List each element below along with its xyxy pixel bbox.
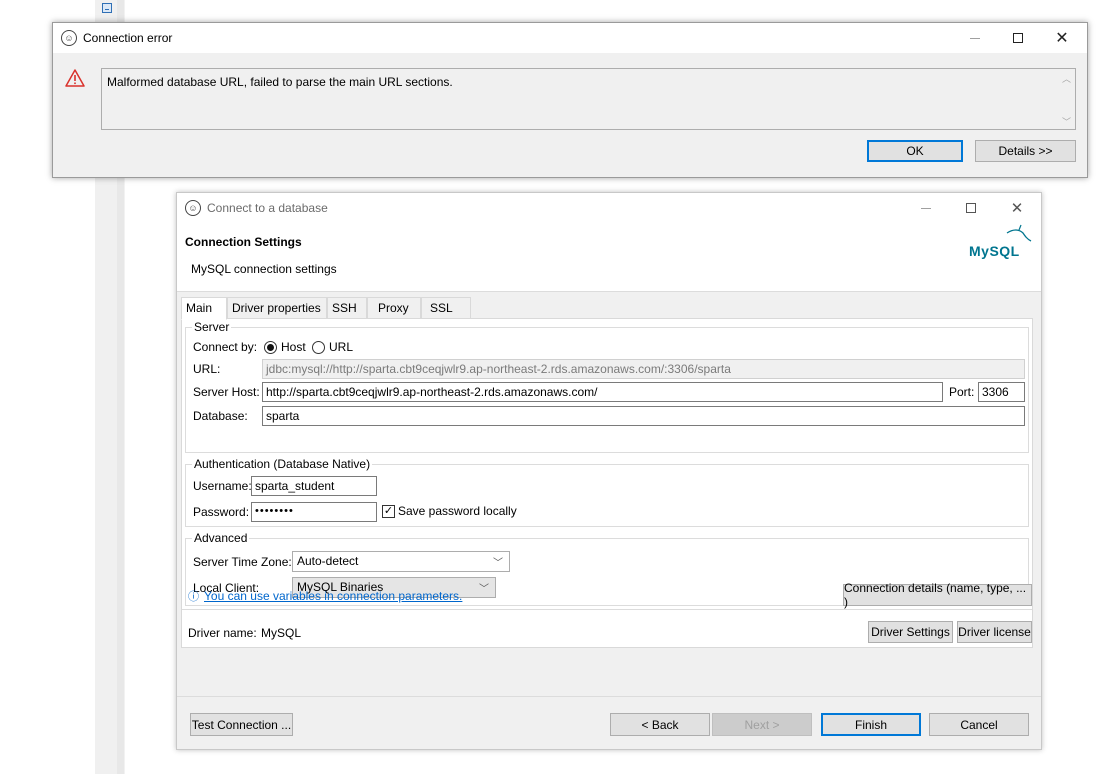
driver-name-label: Driver name:: [188, 626, 257, 640]
server-time-zone-select[interactable]: Auto-detect ﹀: [292, 551, 510, 572]
url-label: URL:: [193, 362, 221, 376]
url-radio-label: URL: [329, 340, 354, 354]
driver-name-value: MySQL: [261, 626, 302, 640]
tab-ssl[interactable]: SSL: [421, 297, 471, 319]
connection-details-button[interactable]: Connection details (name, type, ... ): [843, 581, 1032, 609]
back-button[interactable]: < Back: [610, 713, 710, 736]
test-connection-button[interactable]: Test Connection ...: [190, 713, 293, 736]
minimize-icon: [921, 207, 931, 209]
error-title-bar[interactable]: ☺ Connection error ✕: [53, 23, 1087, 53]
username-label: Username:: [193, 479, 252, 493]
server-group-title: Server: [192, 320, 232, 334]
connect-dialog-title: Connect to a database: [207, 201, 328, 215]
connect-by-label: Connect by:: [193, 340, 258, 354]
server-group: Server Connect by: Host URL URL: jdbc:my…: [185, 320, 1029, 453]
close-button[interactable]: ✕: [1048, 27, 1076, 49]
driver-separator: [182, 609, 1032, 610]
maximize-button[interactable]: [1004, 27, 1032, 49]
host-radio-option[interactable]: Host: [264, 340, 306, 354]
maximize-icon: [966, 203, 976, 213]
url-radio[interactable]: [312, 340, 325, 354]
maximize-icon: [1013, 33, 1023, 43]
console-icon[interactable]: [102, 3, 112, 13]
server-time-zone-label: Server Time Zone:: [193, 555, 292, 569]
driver-settings-button[interactable]: Driver Settings: [868, 621, 953, 643]
tab-proxy[interactable]: Proxy: [367, 297, 421, 319]
header-separator: [177, 291, 1041, 292]
minimize-button[interactable]: [912, 197, 940, 219]
info-icon: ⓘ: [188, 591, 199, 603]
save-password-label: Save password locally: [398, 504, 517, 518]
mysql-logo: MySQL: [967, 223, 1039, 259]
password-input[interactable]: ••••••••: [251, 502, 377, 522]
minimize-icon: [970, 37, 980, 39]
save-password-option[interactable]: ✓ Save password locally: [382, 504, 517, 518]
password-label: Password:: [193, 505, 250, 519]
tab-driver-properties[interactable]: Driver properties: [227, 297, 327, 319]
database-input[interactable]: sparta: [262, 406, 1025, 426]
connect-database-dialog: ☺ Connect to a database ✕ Connection Set…: [176, 192, 1042, 750]
close-icon: ✕: [1010, 200, 1024, 217]
error-message-text: Malformed database URL, failed to parse …: [107, 75, 453, 89]
dialog-header: ☺ Connect to a database ✕ Connection Set…: [177, 193, 1041, 291]
maximize-button[interactable]: [957, 197, 985, 219]
error-dialog-title: Connection error: [83, 31, 173, 45]
url-radio-option[interactable]: URL: [312, 340, 353, 354]
minimize-button[interactable]: [961, 27, 989, 49]
save-password-checkbox[interactable]: ✓: [382, 504, 395, 518]
tab-ssh[interactable]: SSH: [327, 297, 367, 319]
next-button: Next >: [712, 713, 812, 736]
url-field: jdbc:mysql://http://sparta.cbt9ceqjwlr9.…: [262, 359, 1025, 379]
scroll-down-icon: ﹀: [1062, 117, 1072, 127]
warning-triangle-icon: [65, 69, 85, 87]
server-host-input[interactable]: http://sparta.cbt9ceqjwlr9.ap-northeast-…: [262, 382, 943, 402]
variables-help-link[interactable]: You can use variables in connection para…: [204, 589, 462, 603]
chevron-down-icon: ﹀: [479, 584, 489, 595]
database-label: Database:: [193, 409, 248, 423]
main-tab-panel: Server Connect by: Host URL URL: jdbc:my…: [181, 318, 1033, 648]
host-radio-label: Host: [281, 340, 306, 354]
port-input[interactable]: 3306: [978, 382, 1025, 402]
finish-button[interactable]: Finish: [821, 713, 921, 736]
connection-settings-title: Connection Settings: [185, 235, 302, 249]
error-message-box[interactable]: Malformed database URL, failed to parse …: [101, 68, 1076, 130]
host-radio[interactable]: [264, 340, 277, 354]
username-input[interactable]: sparta_student: [251, 476, 377, 496]
driver-license-button[interactable]: Driver license: [957, 621, 1032, 643]
mysql-logo-text: MySQL: [969, 243, 1020, 259]
server-time-zone-value: Auto-detect: [297, 554, 359, 568]
cancel-button[interactable]: Cancel: [929, 713, 1029, 736]
dbeaver-app-icon: ☺: [185, 200, 201, 216]
close-button[interactable]: ✕: [1003, 197, 1031, 219]
authentication-group: Authentication (Database Native) Usernam…: [185, 457, 1029, 527]
close-icon: ✕: [1055, 30, 1069, 47]
port-label: Port:: [949, 385, 975, 399]
details-button[interactable]: Details >>: [975, 140, 1076, 162]
message-scrollbar[interactable]: ︿ ﹀: [1058, 69, 1075, 129]
tab-main[interactable]: Main: [181, 297, 227, 320]
chevron-down-icon: ﹀: [493, 558, 503, 569]
advanced-group-title: Advanced: [192, 531, 250, 545]
server-host-label: Server Host:: [193, 385, 260, 399]
ok-button[interactable]: OK: [867, 140, 963, 162]
connection-error-dialog: ☺ Connection error ✕ Malformed database …: [52, 22, 1088, 178]
connection-settings-subtitle: MySQL connection settings: [191, 262, 337, 276]
scroll-up-icon: ︿: [1062, 74, 1072, 84]
footer-separator: [177, 696, 1041, 697]
authentication-group-title: Authentication (Database Native): [192, 457, 373, 471]
dbeaver-app-icon: ☺: [61, 30, 77, 46]
